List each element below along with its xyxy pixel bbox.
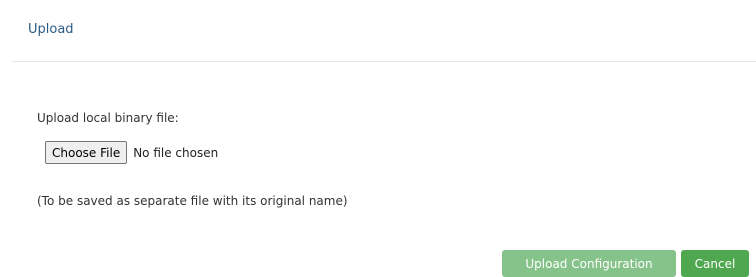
dialog-body: Upload local binary file: Choose File No… — [37, 110, 736, 208]
file-input[interactable]: Choose File No file chosen — [45, 141, 218, 164]
dialog-header: Upload — [12, 0, 756, 62]
dialog-title: Upload — [28, 22, 74, 37]
choose-file-button[interactable]: Choose File — [45, 141, 128, 164]
upload-label: Upload local binary file: — [37, 111, 179, 125]
cancel-button[interactable]: Cancel — [681, 250, 749, 277]
dialog-footer: Upload Configuration Cancel — [502, 250, 749, 277]
upload-configuration-button[interactable]: Upload Configuration — [502, 250, 676, 277]
upload-dialog: Upload Upload local binary file: Choose … — [0, 0, 756, 277]
file-status-text: No file chosen — [133, 145, 219, 160]
hint-text: (To be saved as separate file with its o… — [37, 194, 348, 208]
